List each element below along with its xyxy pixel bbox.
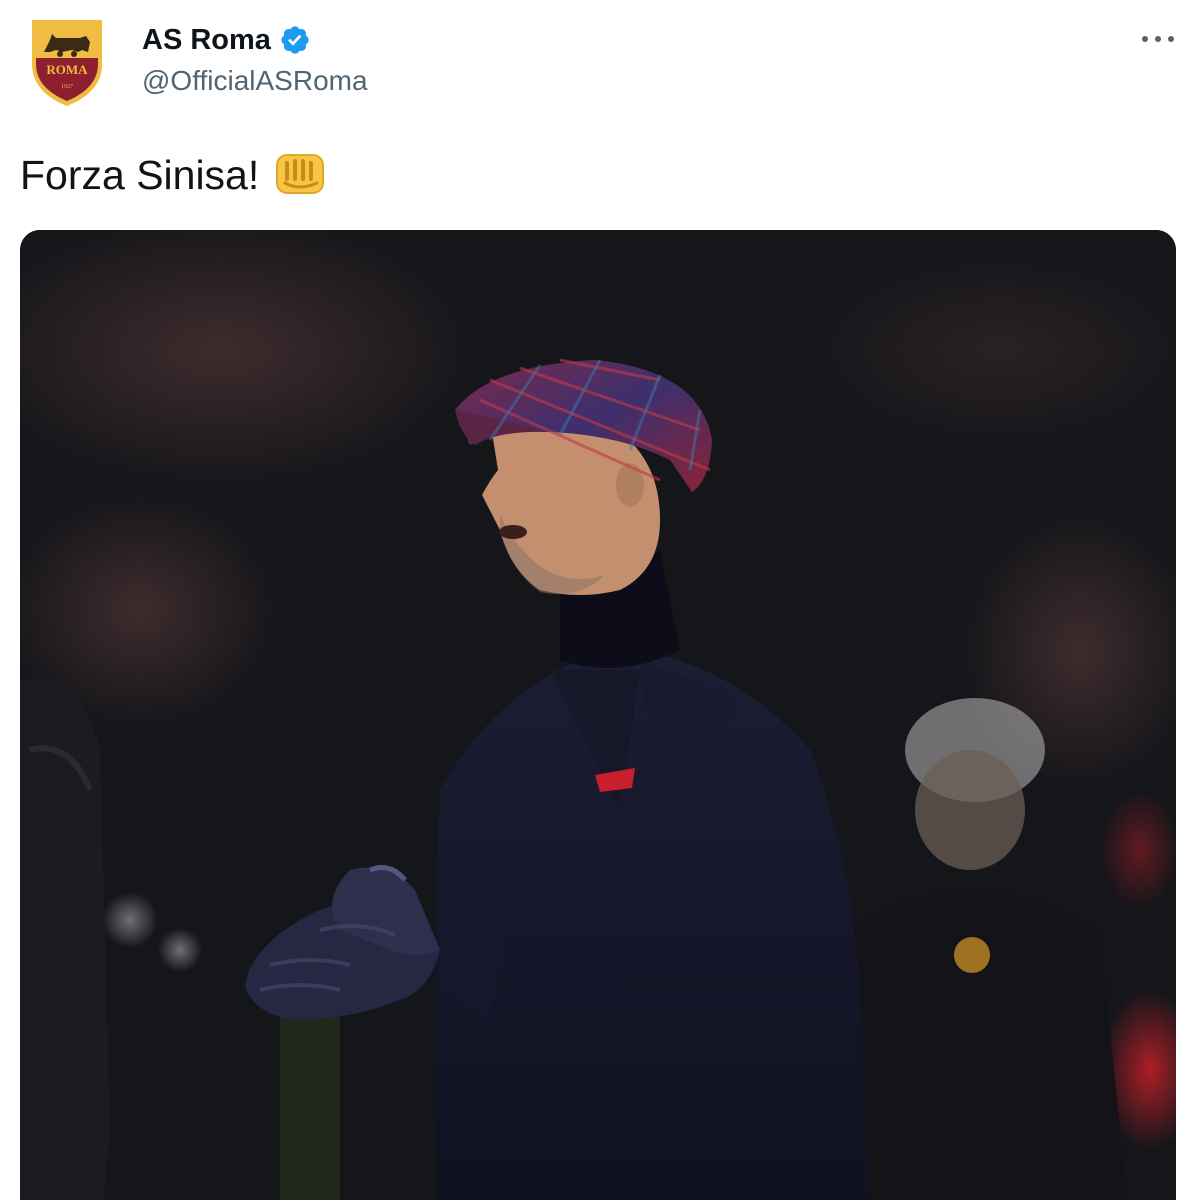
- tweet-text: Forza Sinisa!: [20, 152, 260, 198]
- display-name[interactable]: AS Roma: [142, 22, 271, 58]
- oncoming-fist-icon: [276, 154, 325, 194]
- crest-year: 1927: [61, 84, 73, 90]
- crest-text: ROMA: [46, 62, 88, 77]
- avatar[interactable]: ROMA 1927: [22, 14, 112, 110]
- handle[interactable]: @OfficialASRoma: [142, 62, 368, 100]
- more-options-icon[interactable]: [1142, 26, 1174, 52]
- dot: [1168, 36, 1174, 42]
- verified-badge-icon[interactable]: [279, 24, 311, 56]
- dot: [1155, 36, 1161, 42]
- as-roma-crest-icon: ROMA 1927: [32, 20, 102, 106]
- name-row: AS Roma: [142, 22, 368, 58]
- tweet-photo[interactable]: [20, 230, 1176, 1200]
- dot: [1142, 36, 1148, 42]
- coach-photo: [20, 230, 1176, 1200]
- tweet-text-row: Forza Sinisa!: [20, 148, 327, 202]
- tweet-author: AS Roma @OfficialASRoma: [142, 22, 368, 100]
